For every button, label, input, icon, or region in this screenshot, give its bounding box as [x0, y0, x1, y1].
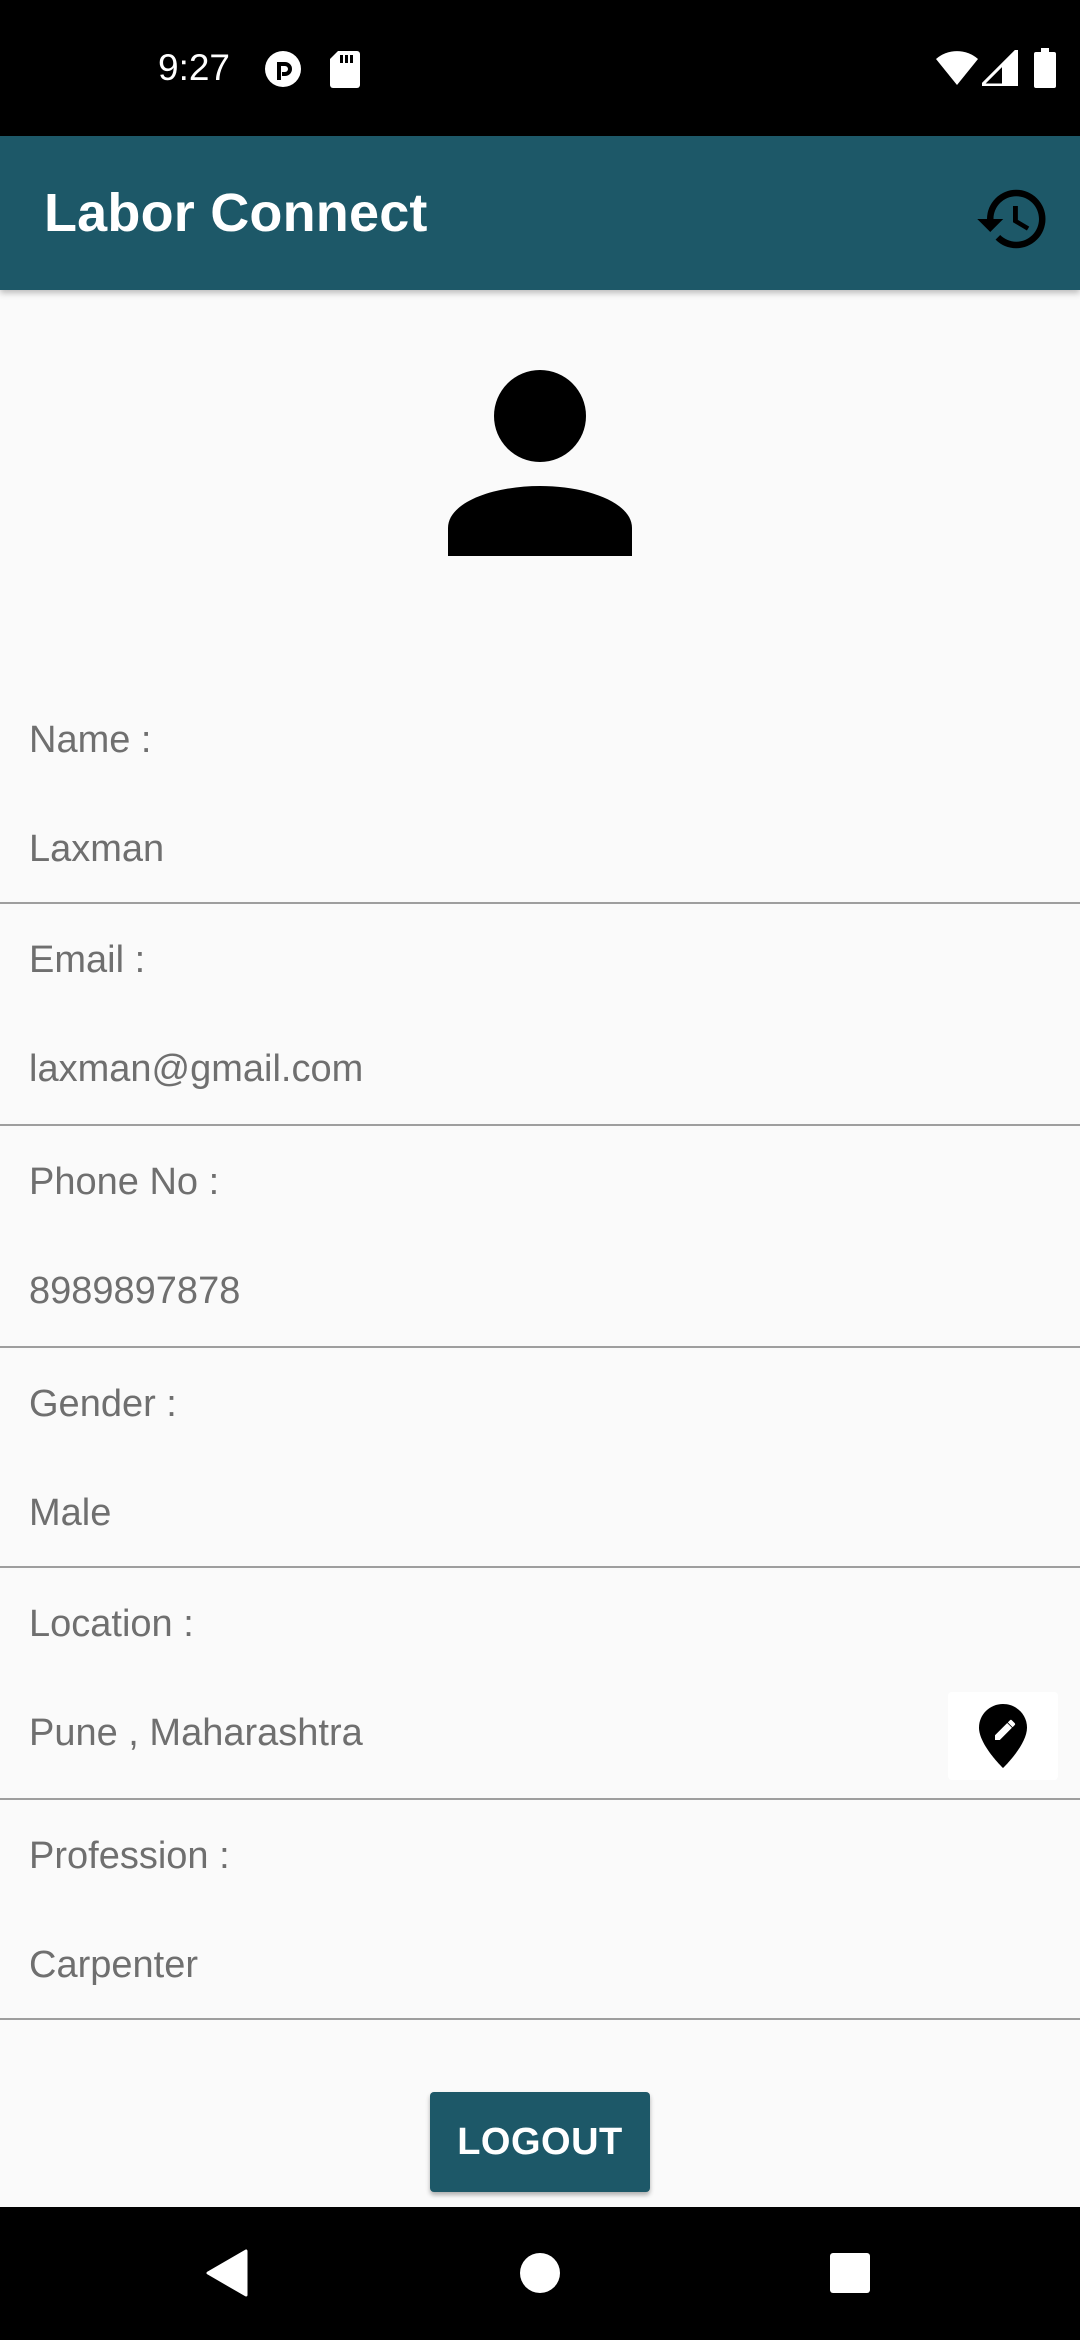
profession-label: Profession : [29, 1835, 230, 1877]
edit-location-button[interactable] [948, 1692, 1058, 1780]
location-label: Location : [29, 1603, 194, 1645]
email-label: Email : [29, 939, 146, 981]
phone-label: Phone No : [29, 1161, 220, 1203]
status-bar: 9:27 [0, 0, 1080, 136]
history-button[interactable] [974, 180, 1052, 258]
name-label: Name : [29, 719, 152, 761]
name-field: Name : Laxman [0, 690, 1080, 904]
back-icon[interactable] [204, 2249, 248, 2297]
gender-value: Male [29, 1492, 112, 1534]
system-nav-bar [0, 2207, 1080, 2340]
gender-label: Gender : [29, 1383, 177, 1425]
location-value: Pune , Maharashtra [29, 1712, 363, 1754]
phone-field: Phone No : 8989897878 [0, 1126, 1080, 1348]
phone-value: 8989897878 [29, 1270, 241, 1312]
person-icon [448, 370, 632, 556]
profession-value: Carpenter [29, 1944, 198, 1986]
recents-icon[interactable] [830, 2253, 870, 2293]
pocket-casts-icon [265, 51, 301, 87]
logout-button[interactable]: LOGOUT [430, 2092, 650, 2192]
gender-field: Gender : Male [0, 1348, 1080, 1568]
location-field: Location : Pune , Maharashtra [0, 1568, 1080, 1800]
cellular-signal-icon [982, 50, 1018, 86]
history-icon [977, 189, 1046, 249]
name-value: Laxman [29, 828, 165, 870]
app-title: Labor Connect [44, 183, 428, 243]
email-value: laxman@gmail.com [29, 1048, 364, 1090]
wifi-icon [936, 51, 978, 85]
email-field: Email : laxman@gmail.com [0, 904, 1080, 1126]
battery-icon [1034, 48, 1056, 88]
home-icon[interactable] [520, 2253, 560, 2293]
profession-field: Profession : Carpenter [0, 1800, 1080, 2020]
edit-location-icon [979, 1704, 1027, 1768]
app-bar: Labor Connect [0, 136, 1080, 290]
sd-card-icon [330, 51, 360, 88]
status-time: 9:27 [158, 47, 231, 88]
